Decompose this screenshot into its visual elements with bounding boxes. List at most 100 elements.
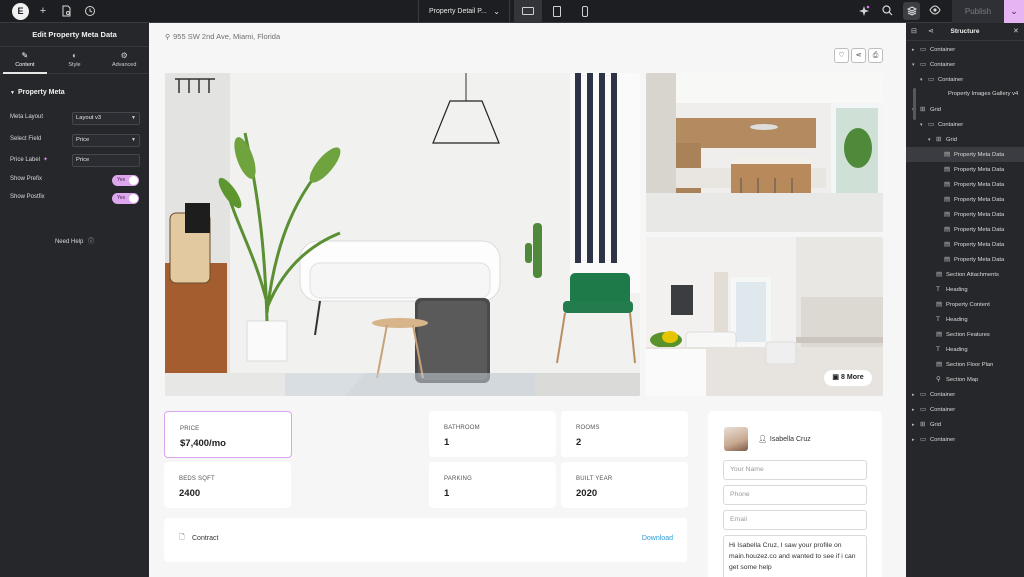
elementor-logo[interactable]: E xyxy=(12,3,29,20)
attachment-row: 🗋 Contract Download xyxy=(164,518,687,562)
widget-icon: ▤ xyxy=(944,181,951,188)
tab-content[interactable]: ✎ Content xyxy=(0,47,50,74)
structure-layers-icon[interactable] xyxy=(903,2,920,20)
download-link[interactable]: Download xyxy=(642,535,673,542)
show-postfix-toggle[interactable]: Yes xyxy=(112,193,139,204)
tab-style[interactable]: ◐ Style xyxy=(50,47,100,73)
file-icon: 🗋 xyxy=(179,534,185,541)
more-photos-badge[interactable]: ▣ 8 More xyxy=(824,370,872,386)
desktop-icon xyxy=(522,7,534,15)
structure-item[interactable]: ▸ ⊞ Grid xyxy=(906,417,1024,432)
favorite-heart-icon[interactable]: ♡ xyxy=(834,48,849,63)
structure-item[interactable]: ▤ Property Meta Data xyxy=(906,162,1024,177)
structure-item-label: Grid xyxy=(946,137,957,143)
caret-right-icon[interactable]: ▸ xyxy=(912,388,920,403)
structure-item[interactable]: ▤ Property Meta Data xyxy=(906,237,1024,252)
structure-item[interactable]: ▤ Section Features xyxy=(906,327,1024,342)
gallery-main-photo[interactable] xyxy=(165,73,640,396)
caret-right-icon[interactable]: ▸ xyxy=(912,43,920,58)
structure-item[interactable]: ▸ ▭ Container xyxy=(906,42,1024,57)
meta-card-beds-sqft[interactable]: BEDS SQFT 2400 xyxy=(164,462,291,508)
show-postfix-control: Show Postfix Yes xyxy=(10,192,140,205)
structure-item-label: Section Map xyxy=(946,377,979,383)
caret-down-icon[interactable]: ▾ xyxy=(912,58,920,73)
toggle-knob xyxy=(129,176,138,185)
section-toggle-property-meta[interactable]: ▼ Property Meta xyxy=(0,74,149,96)
need-help-link[interactable]: Need Help ⓘ xyxy=(0,236,149,245)
structure-item[interactable]: Property Images Gallery v4 xyxy=(906,87,1024,102)
agent-name[interactable]: 👤︎ Isabella Cruz xyxy=(758,435,811,443)
phone-field[interactable]: Phone xyxy=(723,485,867,505)
search-icon[interactable] xyxy=(881,5,893,17)
publish-options-chevron-icon[interactable]: ⌄ xyxy=(1004,0,1024,23)
grid-icon: ⊞ xyxy=(936,136,942,143)
structure-item[interactable]: ▾⊞ Grid xyxy=(906,132,1024,147)
living-room-image xyxy=(165,73,640,396)
meta-card-built-year[interactable]: BUILT YEAR 2020 xyxy=(561,462,688,508)
publish-button[interactable]: Publish xyxy=(952,0,1004,23)
meta-card-rooms[interactable]: ROOMS 2 xyxy=(561,411,688,457)
show-postfix-label: Show Postfix xyxy=(10,194,45,200)
share-icon[interactable]: ⋖ xyxy=(851,48,866,63)
tab-advanced[interactable]: ⚙ Advanced xyxy=(99,47,149,73)
structure-item[interactable]: T Heading xyxy=(906,342,1024,357)
email-field[interactable]: Email xyxy=(723,510,867,530)
print-icon[interactable]: ⎙ xyxy=(868,48,883,63)
structure-item[interactable]: ▤ Property Content xyxy=(906,297,1024,312)
structure-item[interactable]: ▸ ▭ Container xyxy=(906,387,1024,402)
structure-item[interactable]: ▸ ▭ Container xyxy=(906,402,1024,417)
caret-right-icon[interactable]: ▸ xyxy=(912,418,920,433)
caret-down-icon[interactable]: ▾ xyxy=(920,118,928,133)
message-field[interactable]: Hi Isabella Cruz, I saw your profile on … xyxy=(723,535,867,577)
show-prefix-toggle[interactable]: Yes xyxy=(112,175,139,186)
structure-item[interactable]: ▤ Property Meta Data xyxy=(906,207,1024,222)
structure-item[interactable]: ▤ Property Meta Data xyxy=(906,252,1024,267)
caret-right-icon[interactable]: ▸ xyxy=(912,433,920,448)
page-settings-icon[interactable] xyxy=(60,5,72,17)
structure-item[interactable]: ▾ ▭ Container xyxy=(906,117,1024,132)
structure-item[interactable]: ▤ Section Floor Plan xyxy=(906,357,1024,372)
ai-sparkle-icon[interactable]: ✦ xyxy=(43,157,48,163)
structure-item-label: Property Meta Data xyxy=(954,167,1005,173)
structure-item[interactable]: ▾⊞Grid xyxy=(906,102,1024,117)
meta-card-price[interactable]: PRICE $7,400/mo xyxy=(164,411,292,458)
structure-item[interactable]: T Heading xyxy=(906,282,1024,297)
price-label-input[interactable]: Price xyxy=(72,154,140,167)
ai-sparkle-icon[interactable] xyxy=(858,5,870,17)
meta-value: 2 xyxy=(576,437,582,448)
container-icon: ▭ xyxy=(920,46,927,53)
structure-item-label: Container xyxy=(930,437,956,443)
select-field-select[interactable]: Price ▼ xyxy=(72,134,140,147)
structure-item[interactable]: ▾ ▭ Container xyxy=(906,72,1024,87)
widget-icon: ▤ xyxy=(944,166,951,173)
structure-item[interactable]: ▤ Property Meta Data xyxy=(906,177,1024,192)
structure-item[interactable]: ▤ Property Meta Data xyxy=(906,192,1024,207)
document-title-dropdown[interactable]: Property Detail P... ⌄ xyxy=(418,0,510,23)
meta-card-bathroom[interactable]: BATHROOM 1 xyxy=(429,411,556,457)
mobile-icon xyxy=(582,6,588,17)
close-icon[interactable]: ✕ xyxy=(1013,27,1019,35)
add-element-icon[interactable]: + xyxy=(37,5,49,17)
mobile-view-button[interactable] xyxy=(571,0,599,23)
history-icon[interactable] xyxy=(84,5,96,17)
caret-right-icon[interactable]: ▸ xyxy=(912,403,920,418)
tablet-view-button[interactable] xyxy=(543,0,571,23)
structure-item[interactable]: ▾ ▭ Container xyxy=(906,57,1024,72)
name-field[interactable]: Your Name xyxy=(723,460,867,480)
container-icon: ▭ xyxy=(920,436,927,443)
preview-eye-icon[interactable] xyxy=(929,5,941,17)
structure-panel: ⊟ ⋖ Structure ✕ ▸ ▭ Container ▾ ▭ Container ▾ ▭… xyxy=(906,23,1024,577)
meta-layout-select[interactable]: Layout v3 ▼ xyxy=(72,112,140,125)
structure-item[interactable]: ▤ Section Attachments xyxy=(906,267,1024,282)
structure-scrollbar[interactable] xyxy=(913,88,916,120)
structure-item[interactable]: ▤ Property Meta Data xyxy=(906,147,1024,162)
caret-down-icon[interactable]: ▾ xyxy=(928,133,936,148)
gallery-kitchen-photo[interactable] xyxy=(646,73,883,232)
structure-item[interactable]: ▤ Property Meta Data xyxy=(906,222,1024,237)
structure-item[interactable]: T Heading xyxy=(906,312,1024,327)
caret-down-icon[interactable]: ▾ xyxy=(920,73,928,88)
desktop-view-button[interactable] xyxy=(514,0,542,23)
structure-item[interactable]: ▸ ▭ Container xyxy=(906,432,1024,447)
meta-card-parking[interactable]: PARKING 1 xyxy=(429,462,556,508)
structure-item[interactable]: ⚲ Section Map xyxy=(906,372,1024,387)
